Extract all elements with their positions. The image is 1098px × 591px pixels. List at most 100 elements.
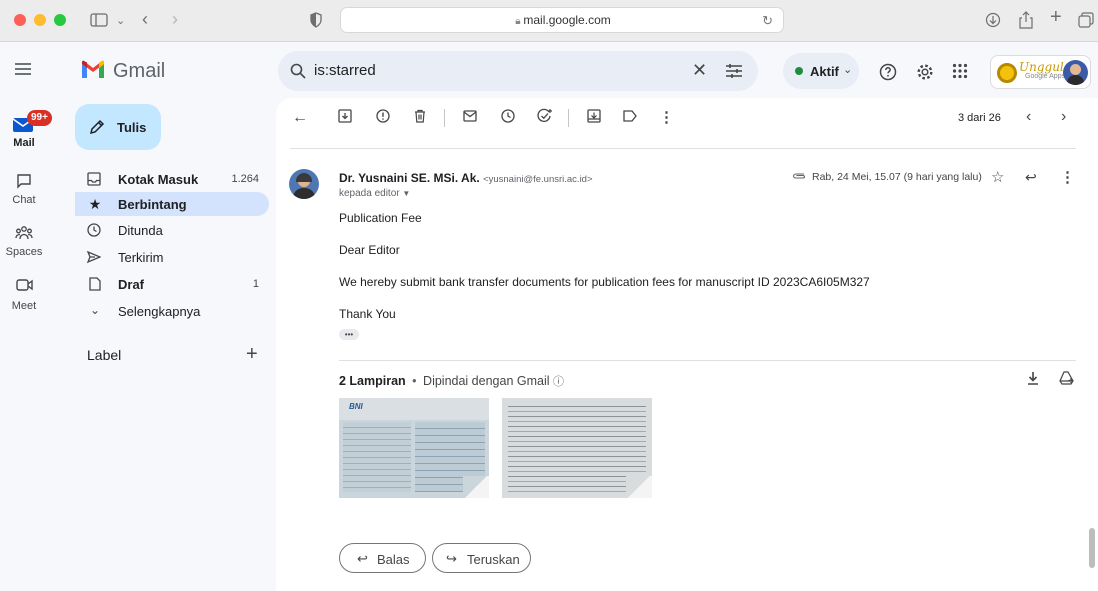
add-to-drive-icon[interactable]: [1059, 371, 1075, 385]
privacy-shield-icon[interactable]: [310, 12, 322, 28]
label-tag-icon[interactable]: [623, 110, 637, 122]
forward-label: Teruskan: [467, 552, 520, 567]
tab-overview-icon[interactable]: [1078, 12, 1094, 28]
rail-spaces-label[interactable]: Spaces: [0, 246, 48, 258]
meet-icon[interactable]: [16, 278, 34, 292]
org-brand-sub: Google Apps: [1025, 73, 1066, 80]
compose-button[interactable]: Tulis: [75, 104, 161, 150]
forward-button[interactable]: ↪︎ Teruskan: [432, 543, 531, 573]
clear-search-icon[interactable]: ✕: [692, 60, 707, 81]
send-icon: [87, 249, 103, 264]
delete-icon[interactable]: [414, 109, 426, 123]
show-trimmed-content-button[interactable]: •••: [339, 329, 359, 340]
reply-icon[interactable]: ↩︎: [1025, 169, 1037, 186]
attachment-clip-icon: [792, 171, 806, 181]
chevron-down-icon: ⌄: [89, 303, 101, 317]
gmail-logo-text: Gmail: [113, 60, 166, 82]
nav-item-count: 1: [252, 278, 259, 290]
reload-icon[interactable]: ↻: [762, 13, 773, 29]
newer-chevron-icon[interactable]: ‹: [1026, 108, 1031, 126]
search-input[interactable]: is:starred: [314, 62, 376, 79]
clock-icon: [87, 222, 103, 237]
search-icon[interactable]: [290, 63, 306, 79]
new-tab-icon[interactable]: +: [1050, 7, 1062, 27]
attachment-thumbnail[interactable]: [502, 398, 652, 498]
download-icon[interactable]: [985, 12, 1001, 28]
body-closing: Thank You: [339, 307, 396, 321]
nav-item-count: 1.264: [231, 173, 259, 185]
pencil-icon: [89, 119, 105, 135]
nav-item-snoozed[interactable]: Ditunda: [75, 218, 269, 242]
sender-avatar[interactable]: [289, 169, 319, 199]
org-brand-text: Unggul: [1019, 60, 1064, 74]
sender-name[interactable]: Dr. Yusnaini SE. MSi. Ak.: [339, 171, 480, 185]
close-window-button[interactable]: [14, 14, 26, 26]
nav-item-sent[interactable]: Terkirim: [75, 245, 269, 269]
gmail-logo[interactable]: [80, 60, 106, 80]
sidebar-toggle-icon[interactable]: [90, 12, 108, 28]
archive-icon[interactable]: [338, 109, 352, 123]
rail-mail-label[interactable]: Mail: [0, 137, 48, 149]
nav-item-starred[interactable]: ★ Berbintang: [75, 192, 269, 216]
settings-gear-icon[interactable]: [916, 63, 934, 81]
chat-icon[interactable]: [16, 173, 32, 189]
report-spam-icon[interactable]: [376, 109, 390, 123]
more-options-icon[interactable]: ⋮: [659, 108, 674, 126]
reply-label: Balas: [377, 552, 410, 567]
url-text: 🔒︎ mail.google.com: [515, 13, 611, 27]
spaces-icon[interactable]: [15, 225, 33, 241]
body-subject-line: Publication Fee: [339, 211, 422, 225]
add-label-icon[interactable]: +: [246, 343, 258, 366]
main-menu-icon[interactable]: [14, 62, 32, 76]
scrollbar-thumb[interactable]: [1089, 528, 1095, 568]
rail-chat-label[interactable]: Chat: [0, 194, 48, 206]
star-outline-icon[interactable]: ☆: [991, 168, 1004, 186]
sender-line: Dr. Yusnaini SE. MSi. Ak. <yusnaini@fe.u…: [339, 171, 593, 185]
move-to-icon[interactable]: [587, 109, 601, 123]
status-selector[interactable]: Aktif ⌄: [783, 53, 859, 89]
nav-item-label: Ditunda: [118, 223, 163, 238]
recipient-details[interactable]: kepada editor ▼: [339, 188, 410, 199]
message-more-icon[interactable]: ⋮: [1060, 168, 1075, 186]
share-icon[interactable]: [1019, 11, 1033, 29]
pagination-count: 3 dari 26: [958, 112, 1001, 124]
snooze-icon[interactable]: [501, 109, 515, 123]
caret-down-icon: ▼: [402, 189, 411, 198]
attachments-header: 2 Lampiran • Dipindai dengan Gmail ⓘ: [339, 373, 564, 389]
account-switcher[interactable]: Unggul Google Apps: [990, 55, 1091, 89]
nav-item-more[interactable]: ⌄ Selengkapnya: [75, 299, 269, 323]
chevron-down-icon[interactable]: ⌄: [116, 13, 125, 29]
inbox-icon: [87, 171, 103, 186]
mark-unread-icon[interactable]: [463, 110, 477, 122]
sender-email: <yusnaini@fe.unsri.ac.id>: [483, 174, 593, 185]
older-chevron-icon[interactable]: ›: [1061, 108, 1066, 126]
add-to-tasks-icon[interactable]: [537, 108, 553, 124]
compose-label: Tulis: [117, 120, 147, 135]
reply-arrow-icon: ↩︎: [357, 551, 368, 566]
nav-item-inbox[interactable]: Kotak Masuk 1.264: [75, 167, 269, 191]
scanned-label: Dipindai dengan Gmail: [423, 374, 550, 388]
minimize-window-button[interactable]: [34, 14, 46, 26]
body-text: We hereby submit bank transfer documents…: [339, 275, 870, 289]
download-all-icon[interactable]: [1027, 371, 1039, 385]
rail-meet-label[interactable]: Meet: [0, 300, 48, 312]
zoom-window-button[interactable]: [54, 14, 66, 26]
nav-item-drafts[interactable]: Draf 1: [75, 272, 269, 296]
status-dot-icon: [795, 67, 803, 75]
search-options-icon[interactable]: [725, 63, 743, 79]
unread-badge: 99+: [27, 110, 52, 126]
forward-icon[interactable]: ›: [172, 10, 178, 28]
reply-button[interactable]: ↩︎ Balas: [339, 543, 426, 573]
address-bar[interactable]: 🔒︎ mail.google.com ↻: [340, 7, 784, 33]
avatar: [1063, 60, 1088, 85]
search-bar[interactable]: is:starred ✕: [278, 51, 758, 91]
apps-grid-icon[interactable]: [952, 63, 968, 79]
separator-dot: •: [412, 374, 417, 388]
nav-item-label: Berbintang: [118, 197, 187, 212]
info-icon[interactable]: ⓘ: [553, 376, 564, 388]
attachment-thumbnail[interactable]: BNI: [339, 398, 489, 498]
toolbar-divider: [568, 109, 569, 127]
help-icon[interactable]: [879, 63, 897, 81]
back-arrow-icon[interactable]: ←: [292, 109, 308, 127]
back-icon[interactable]: ‹: [142, 10, 148, 28]
